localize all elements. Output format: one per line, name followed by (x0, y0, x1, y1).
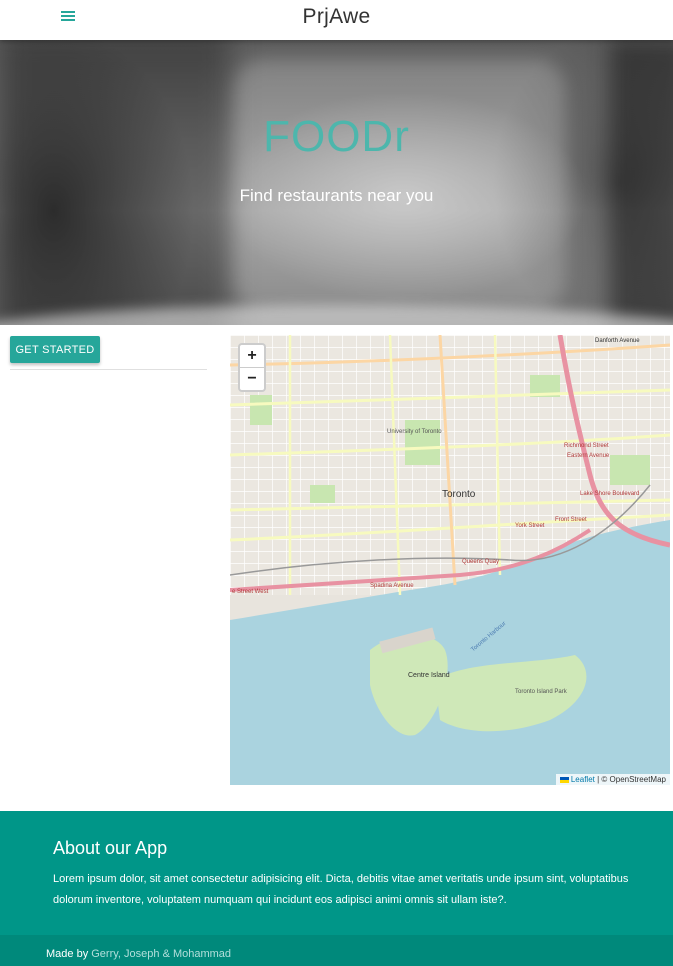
zoom-out-button[interactable]: − (240, 368, 264, 390)
svg-text:Spadina Avenue: Spadina Avenue (370, 583, 414, 589)
footer: About our App Lorem ipsum dolor, sit ame… (0, 811, 673, 935)
footer-copyright: Made by Gerry, Joseph & Mohammad (0, 935, 673, 966)
osm-attribution: | © OpenStreetMap (594, 775, 666, 784)
svg-text:Front Street: Front Street (555, 517, 587, 523)
svg-text:Richmond Street: Richmond Street (564, 443, 609, 449)
svg-text:Toronto Island Park: Toronto Island Park (515, 689, 568, 695)
svg-text:York Street: York Street (515, 523, 545, 529)
map[interactable]: Toronto University of Toronto Centre Isl… (230, 335, 670, 785)
about-text: Lorem ipsum dolor, sit amet consectetur … (53, 873, 629, 906)
made-by-label: Made by (46, 948, 92, 960)
sidebar-divider (10, 369, 207, 370)
svg-text:Danforth Avenue: Danforth Avenue (595, 338, 640, 344)
svg-text:Queens Quay: Queens Quay (462, 559, 499, 565)
hero-title: FOODr (263, 112, 410, 161)
svg-text:Toronto: Toronto (442, 489, 476, 500)
get-started-button[interactable]: GET STARTED (10, 336, 100, 363)
hero-subtitle: Find restaurants near you (239, 186, 434, 205)
authors-link[interactable]: Gerry, Joseph & Mohammad (91, 948, 231, 960)
zoom-in-button[interactable]: + (240, 345, 264, 368)
hero-banner: FOODr Find restaurants near you (0, 40, 673, 325)
svg-text:Lake Shore Boulevard: Lake Shore Boulevard (580, 491, 639, 497)
svg-text:Eastern Avenue: Eastern Avenue (567, 453, 610, 459)
ukraine-flag-icon (559, 776, 569, 783)
map-zoom-control: + − (238, 343, 266, 392)
navbar: PrjAwe (0, 0, 673, 40)
map-attribution: Leaflet | © OpenStreetMap (555, 774, 670, 785)
about-title: About our App (53, 838, 168, 858)
made-by: Made by Gerry, Joseph & Mohammad (46, 948, 231, 960)
svg-text:University of Toronto: University of Toronto (387, 429, 442, 435)
leaflet-link[interactable]: Leaflet (571, 775, 595, 784)
svg-text:e Street West: e Street West (232, 589, 269, 595)
brand-logo[interactable]: PrjAwe (0, 5, 673, 29)
map-tiles: Toronto University of Toronto Centre Isl… (230, 335, 670, 785)
svg-text:Centre Island: Centre Island (408, 672, 450, 679)
